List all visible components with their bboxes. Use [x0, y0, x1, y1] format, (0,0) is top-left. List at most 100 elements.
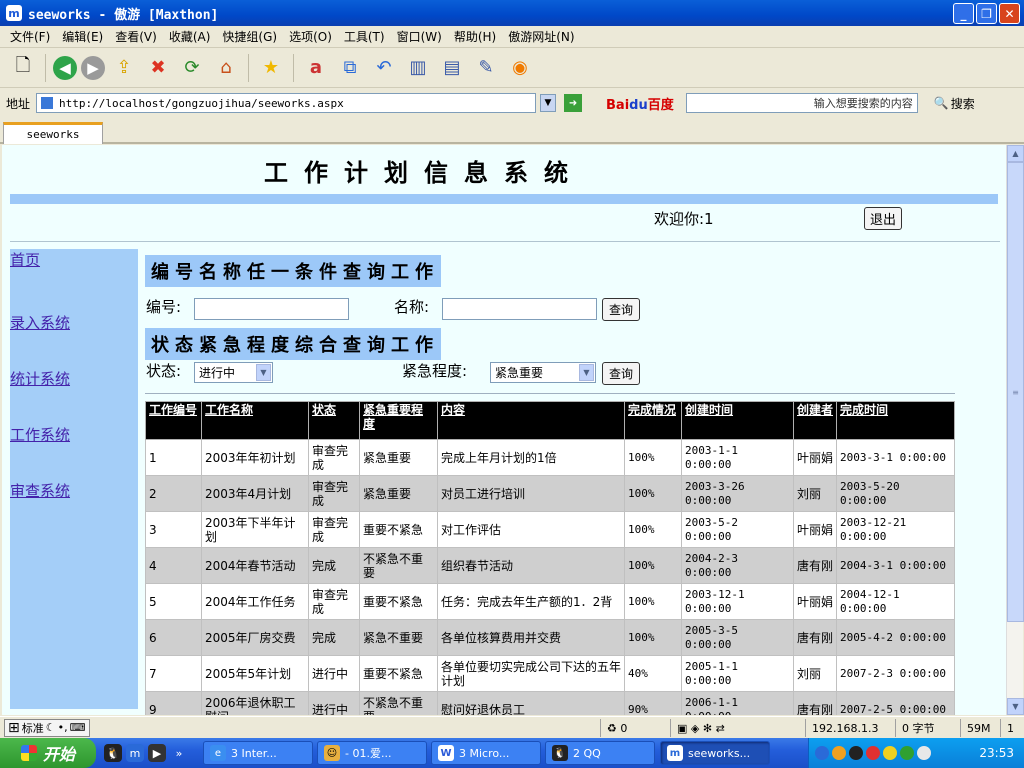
- baidu-logo[interactable]: Baidu百度: [606, 94, 674, 113]
- search-button[interactable]: 🔍 搜索: [934, 95, 975, 112]
- cell-name: 2005年厂房交费: [201, 619, 309, 656]
- cell-completion: 100%: [624, 511, 682, 548]
- rss-icon[interactable]: ◉: [505, 53, 535, 83]
- scroll-down-icon[interactable]: ▼: [1007, 698, 1024, 715]
- up-folder-icon[interactable]: ⇪: [109, 53, 139, 83]
- toolbar-separator: [293, 53, 294, 82]
- more-chevron-icon[interactable]: »: [170, 744, 188, 762]
- search-input[interactable]: 输入想要搜索的内容: [685, 93, 918, 113]
- name-input[interactable]: [442, 298, 597, 320]
- col-header-finished[interactable]: 完成时间: [836, 401, 955, 440]
- menu-maxthon-sites[interactable]: 傲游网址(N): [502, 28, 580, 45]
- home-icon[interactable]: ⌂: [211, 53, 241, 83]
- nav-statistics-system[interactable]: 统计系统: [10, 368, 70, 389]
- restore-button[interactable]: ❐: [976, 3, 997, 24]
- cell-finished: 2003-12-21 0:00:00: [836, 511, 955, 548]
- ime-toolbar[interactable]: ⊞ 标准 ☾ •, ⌨: [4, 718, 90, 737]
- shield-tray-icon[interactable]: [883, 746, 897, 760]
- minimize-button[interactable]: _: [953, 3, 974, 24]
- refresh-icon[interactable]: ⟳: [177, 53, 207, 83]
- col-header-created[interactable]: 创建时间: [681, 401, 794, 440]
- address-dropdown[interactable]: ▼: [540, 94, 557, 112]
- scroll-thumb[interactable]: ≡: [1007, 162, 1024, 622]
- flash-icon[interactable]: ✻: [703, 722, 712, 735]
- task-seeworks[interactable]: m seeworks...: [660, 741, 770, 765]
- menu-view[interactable]: 查看(V): [109, 28, 163, 45]
- maxthon-tray-icon[interactable]: [815, 746, 829, 760]
- volume-tray-icon[interactable]: [917, 746, 931, 760]
- col-header-creator[interactable]: 创建者: [793, 401, 837, 440]
- forward-icon[interactable]: ▶: [81, 55, 105, 80]
- network-tray-icon[interactable]: [900, 746, 914, 760]
- menu-edit[interactable]: 编辑(E): [56, 28, 109, 45]
- columns-icon[interactable]: ▥: [403, 53, 433, 83]
- messenger-tray-icon[interactable]: [832, 746, 846, 760]
- qq-penguin-icon[interactable]: 🐧: [104, 744, 122, 762]
- col-header-content[interactable]: 内容: [437, 401, 625, 440]
- table-row: 4 2004年春节活动 完成 不紧急不重要 组织春节活动 100% 2004-2-3 0:0…: [145, 547, 955, 584]
- cell-created: 2003-3-26 0:00:00: [681, 475, 794, 512]
- edit-page-icon[interactable]: ✎: [471, 53, 501, 83]
- menu-groups[interactable]: 快捷组(G): [216, 28, 283, 45]
- col-header-completion[interactable]: 完成情况: [624, 401, 682, 440]
- undo-icon[interactable]: ↶: [369, 53, 399, 83]
- nav-work-system[interactable]: 工作系统: [10, 424, 70, 445]
- menu-tools[interactable]: 工具(T): [338, 28, 391, 45]
- antivirus-tray-icon[interactable]: [866, 746, 880, 760]
- id-input[interactable]: [194, 298, 349, 320]
- favorites-star-icon[interactable]: ★: [256, 53, 286, 83]
- urgency-select[interactable]: 紧急重要 ▼: [490, 362, 596, 383]
- popup-block-icon[interactable]: ▣: [677, 722, 687, 735]
- media-player-icon[interactable]: ▶: [148, 744, 166, 762]
- stop-icon[interactable]: ✖: [143, 53, 173, 83]
- window-arrange-icon[interactable]: ⧉: [335, 53, 365, 83]
- menu-window[interactable]: 窗口(W): [391, 28, 448, 45]
- task-music[interactable]: ☺ - 01.爱...: [317, 741, 427, 765]
- menu-favorites[interactable]: 收藏(A): [163, 28, 217, 45]
- go-icon[interactable]: ➜: [564, 94, 583, 112]
- task-word[interactable]: W 3 Micro...: [431, 741, 541, 765]
- window-titlebar: m seeworks - 傲游 [Maxthon] _ ❐ ✕: [0, 0, 1024, 26]
- task-internet[interactable]: e 3 Inter...: [203, 741, 313, 765]
- new-page-icon[interactable]: 🗋: [8, 53, 38, 83]
- query-button-1[interactable]: 查询: [602, 298, 640, 321]
- proxy-icon[interactable]: ⇄: [716, 722, 725, 735]
- qq-tray-icon[interactable]: [849, 746, 863, 760]
- status-select[interactable]: 进行中 ▼: [194, 362, 273, 383]
- tab-seeworks[interactable]: seeworks: [3, 122, 103, 144]
- maxthon-icon[interactable]: m: [126, 744, 144, 762]
- cell-content: 各单位要切实完成公司下达的五年计划: [437, 655, 625, 692]
- start-button[interactable]: 开始: [0, 738, 96, 768]
- ad-block-icon[interactable]: ◈: [691, 722, 699, 735]
- nav-home[interactable]: 首页: [10, 249, 40, 270]
- quick-launch: 🐧 m ▶ »: [104, 744, 188, 762]
- nav-entry-system[interactable]: 录入系统: [10, 312, 70, 333]
- status-recycle[interactable]: ♻ 0: [600, 719, 633, 737]
- cell-creator: 叶丽娟: [793, 511, 837, 548]
- menu-options[interactable]: 选项(O): [283, 28, 338, 45]
- close-button[interactable]: ✕: [999, 3, 1020, 24]
- logout-button[interactable]: 退出: [864, 207, 902, 230]
- menu-help[interactable]: 帮助(H): [448, 28, 502, 45]
- cell-completion: 100%: [624, 475, 682, 512]
- translate-icon[interactable]: a: [301, 53, 331, 83]
- col-header-name[interactable]: 工作名称: [201, 401, 309, 440]
- status-bytes: 0 字节: [895, 719, 941, 737]
- nav-review-system[interactable]: 审查系统: [10, 480, 70, 501]
- status-bar: ⊞ 标准 ☾ •, ⌨ ♻ 0 ▣ ◈ ✻ ⇄ 192.168.1.3 0 字节…: [0, 716, 1024, 738]
- cell-completion: 90%: [624, 691, 682, 715]
- task-qq[interactable]: 🐧 2 QQ: [545, 741, 655, 765]
- task-label: seeworks...: [688, 746, 751, 760]
- status-select-value: 进行中: [199, 366, 236, 380]
- cell-finished: 2007-2-3 0:00:00: [836, 655, 955, 692]
- col-header-id[interactable]: 工作编号: [145, 401, 202, 440]
- col-header-status[interactable]: 状态: [308, 401, 360, 440]
- query-button-2[interactable]: 查询: [602, 362, 640, 385]
- col-header-urgency[interactable]: 紧急重要程度: [359, 401, 438, 440]
- back-icon[interactable]: ◀: [53, 55, 77, 80]
- scroll-up-icon[interactable]: ▲: [1007, 145, 1024, 162]
- menu-file[interactable]: 文件(F): [4, 28, 56, 45]
- vertical-scrollbar[interactable]: ▲ ≡ ▼: [1006, 145, 1024, 715]
- address-input[interactable]: http://localhost/gongzuojihua/seeworks.a…: [36, 93, 537, 113]
- sidebar-panel-icon[interactable]: ▤: [437, 53, 467, 83]
